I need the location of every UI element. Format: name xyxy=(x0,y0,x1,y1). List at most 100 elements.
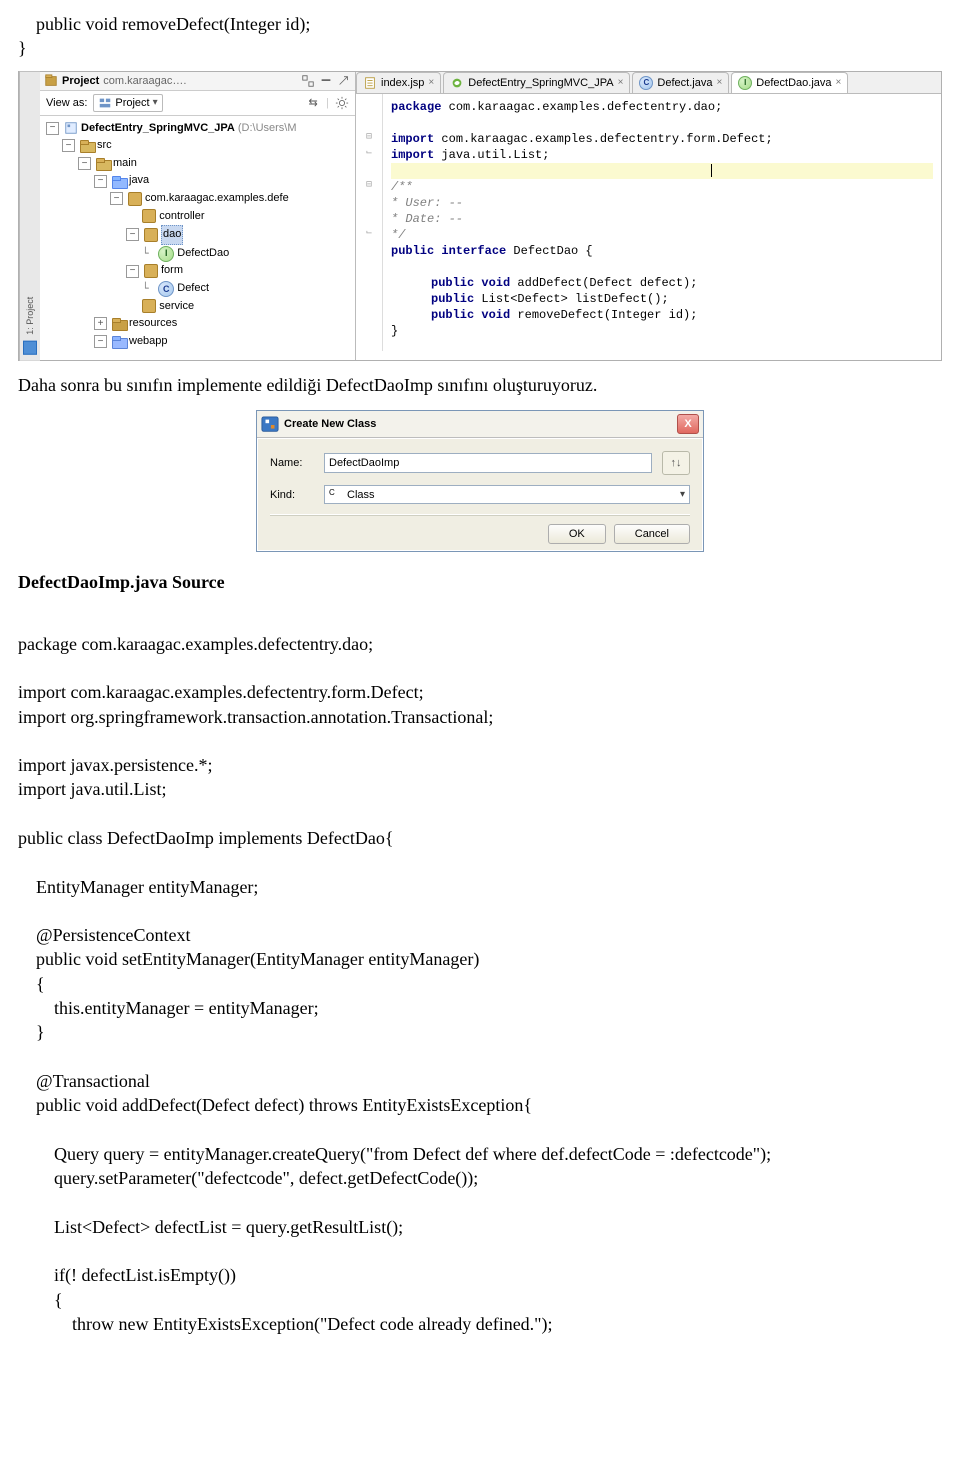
settings-icon[interactable] xyxy=(335,96,349,110)
tree-root-label: DefectEntry_SpringMVC_JPA xyxy=(81,120,235,138)
collapse-toggle-icon[interactable]: − xyxy=(126,228,139,241)
folder-icon xyxy=(96,158,110,169)
project-tool-gutter[interactable]: 1: Project xyxy=(19,72,40,361)
tree-label: Defect xyxy=(177,280,209,298)
package-icon xyxy=(142,209,156,223)
interface-icon: I xyxy=(738,76,752,90)
source-heading: DefectDaoImp.java Source xyxy=(18,572,942,593)
ide-logo-icon xyxy=(23,340,37,354)
project-toolbar: View as: Project ▾ ⇆ | xyxy=(40,91,355,116)
tree-dao[interactable]: − dao xyxy=(126,225,355,245)
kind-value: Class xyxy=(347,489,375,501)
code-body[interactable]: package com.karaagac.examples.defectentr… xyxy=(383,94,941,351)
hide-icon[interactable] xyxy=(319,74,333,88)
fold-minus-icon[interactable]: ⊟ xyxy=(356,131,382,147)
tree-package[interactable]: −com.karaagac.examples.defe xyxy=(110,190,355,208)
fold-end-icon: ⌙ xyxy=(356,147,382,163)
editor-tabs: index.jsp× DefectEntry_SpringMVC_JPA × C … xyxy=(356,72,941,94)
close-icon[interactable]: × xyxy=(428,77,434,88)
tree-defectdao[interactable]: └ IDefectDao xyxy=(142,245,355,263)
tree-label: java xyxy=(129,172,149,190)
tree-defect[interactable]: └ CDefect xyxy=(142,280,355,298)
collapse-toggle-icon[interactable]: − xyxy=(78,157,91,170)
top-code-snippet: public void removeDefect(Integer id); } xyxy=(18,12,942,61)
editor-code-area[interactable]: ⊟ ⌙ ⊟ ⌙ package com.karaagac.examples.de… xyxy=(356,94,941,351)
tree-webapp[interactable]: −webapp xyxy=(94,333,355,351)
close-icon[interactable]: × xyxy=(716,77,722,88)
chevron-down-icon: ▾ xyxy=(153,97,158,108)
tree-root[interactable]: − DefectEntry_SpringMVC_JPA (D:\Users\M xyxy=(46,120,355,138)
create-class-dialog: Create New Class X Name: ↑↓ Kind: C Clas… xyxy=(256,410,704,552)
jsp-file-icon xyxy=(363,76,377,90)
collapse-toggle-icon[interactable]: − xyxy=(46,122,59,135)
float-icon[interactable] xyxy=(337,74,351,88)
class-icon: C xyxy=(639,76,653,90)
dialog-title: Create New Class xyxy=(284,418,376,430)
tree-label: src xyxy=(97,137,112,155)
class-name-input[interactable] xyxy=(324,453,652,473)
tree-label: form xyxy=(161,262,183,280)
tree-controller[interactable]: controller xyxy=(126,208,355,226)
close-icon[interactable]: × xyxy=(618,77,624,88)
project-header-name: com.karaagac…. xyxy=(103,75,186,87)
close-icon[interactable]: × xyxy=(836,77,842,88)
collapse-toggle-icon[interactable]: − xyxy=(62,139,75,152)
source-folder-icon xyxy=(112,176,126,187)
project-header-title: Project xyxy=(62,75,99,87)
close-button[interactable]: X xyxy=(677,414,699,434)
tab-defectdao-java[interactable]: I DefectDao.java× xyxy=(731,72,848,93)
tab-label: Defect.java xyxy=(657,77,712,89)
separator xyxy=(270,514,690,516)
dialog-titlebar[interactable]: Create New Class X xyxy=(257,411,703,438)
class-icon: C xyxy=(329,488,342,501)
tree-form[interactable]: − form xyxy=(126,262,355,280)
collapse-icon[interactable] xyxy=(301,74,315,88)
source-body: package com.karaagac.examples.defectentr… xyxy=(18,607,942,1336)
tab-label: DefectEntry_SpringMVC_JPA xyxy=(468,77,613,89)
collapse-toggle-icon[interactable]: − xyxy=(94,175,107,188)
collapse-toggle-icon[interactable]: − xyxy=(110,192,123,205)
expand-toggle-icon[interactable]: + xyxy=(94,317,107,330)
tab-index-jsp[interactable]: index.jsp× xyxy=(356,72,441,93)
project-tool-label: 1: Project xyxy=(25,296,35,334)
fold-end-icon: ⌙ xyxy=(356,227,382,243)
tree-service[interactable]: service xyxy=(126,298,355,316)
collapse-toggle-icon[interactable]: − xyxy=(94,335,107,348)
class-icon: C xyxy=(158,281,174,297)
tree-label: dao xyxy=(161,225,183,245)
tree-label: controller xyxy=(159,208,204,226)
module-icon xyxy=(64,121,78,135)
folder-icon xyxy=(80,140,94,151)
view-as-dropdown[interactable]: Project ▾ xyxy=(93,94,162,112)
autoscroll-icon[interactable]: ⇆ xyxy=(306,96,320,110)
tree-label: DefectDao xyxy=(177,245,229,263)
kind-dropdown[interactable]: C Class ▾ xyxy=(324,485,690,504)
tree-main[interactable]: − main xyxy=(78,155,355,173)
project-view-icon xyxy=(98,96,112,110)
tab-project[interactable]: DefectEntry_SpringMVC_JPA × xyxy=(443,72,630,93)
collapse-toggle-icon[interactable]: − xyxy=(126,265,139,278)
tree-label: main xyxy=(113,155,137,173)
tree-label: service xyxy=(159,298,194,316)
tab-defect-java[interactable]: C Defect.java × xyxy=(632,72,729,93)
tree-java[interactable]: − java xyxy=(94,172,355,190)
package-icon xyxy=(128,192,142,206)
tree-src[interactable]: − src xyxy=(62,137,355,155)
web-folder-icon xyxy=(112,336,126,347)
folder-icon xyxy=(112,318,126,329)
project-panel-header[interactable]: Project com.karaagac…. xyxy=(40,72,355,91)
project-icon xyxy=(44,74,58,88)
view-as-value: Project xyxy=(115,97,149,109)
editor-area: index.jsp× DefectEntry_SpringMVC_JPA × C … xyxy=(356,72,941,361)
package-icon xyxy=(144,264,158,278)
ok-button[interactable]: OK xyxy=(548,524,606,544)
project-panel: Project com.karaagac…. View as: Project … xyxy=(40,72,356,361)
editor-gutter: ⊟ ⌙ ⊟ ⌙ xyxy=(356,94,383,351)
package-icon xyxy=(142,299,156,313)
app-logo-icon xyxy=(261,416,279,432)
fold-plus-icon[interactable]: ⊟ xyxy=(356,179,382,195)
cancel-button[interactable]: Cancel xyxy=(614,524,690,544)
reorder-button[interactable]: ↑↓ xyxy=(662,451,690,475)
tree-resources[interactable]: +resources xyxy=(94,315,355,333)
project-tree[interactable]: − DefectEntry_SpringMVC_JPA (D:\Users\M … xyxy=(40,116,355,361)
